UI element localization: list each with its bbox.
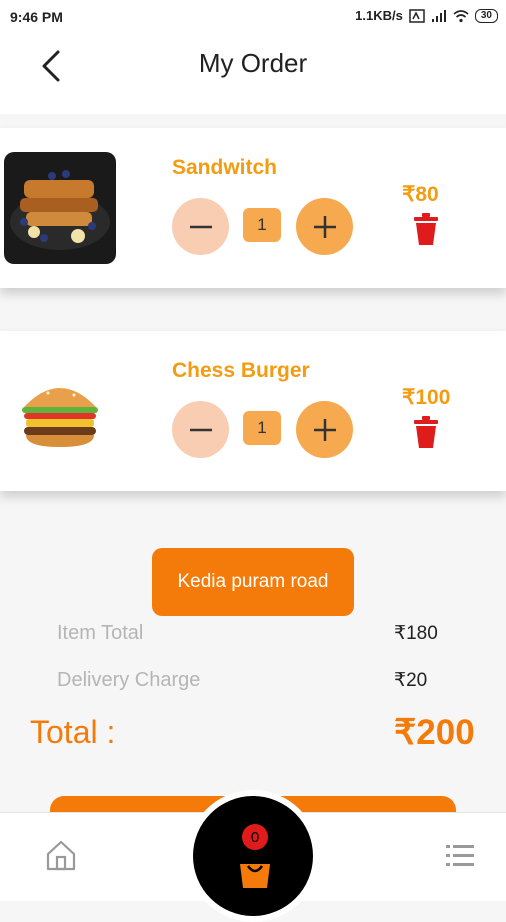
battery-indicator: 30 [474,8,498,23]
plus-icon [313,418,336,441]
decrease-quantity-button[interactable] [172,401,229,458]
increase-quantity-button[interactable] [296,401,353,458]
trash-icon[interactable] [411,212,441,246]
sandwich-image [4,152,116,264]
order-item-card: Sandwitch 1 ₹80 [0,128,506,288]
item-total-value: ₹180 [394,623,438,644]
total-value: ₹200 [394,713,475,752]
trash-icon[interactable] [411,415,441,449]
total-label: Total : [30,714,116,750]
minus-icon [189,428,212,431]
status-time: 9:46 PM [10,9,63,25]
shopping-bag-icon [240,864,270,888]
address-button[interactable]: Kedia puram road [152,548,354,616]
sim-icon [409,8,425,23]
status-bar: 9:46 PM 1.1KB/s 30 [0,0,506,36]
item-name: Chess Burger [172,359,310,382]
item-price: ₹100 [402,386,451,409]
status-icons: 1.1KB/s 30 [355,8,498,23]
delivery-charge-value: ₹20 [394,670,428,691]
item-price: ₹80 [402,183,439,206]
network-speed: 1.1KB/s [355,8,403,23]
quantity-value: 1 [243,208,281,242]
burger-image [4,355,116,467]
signal-icon [431,9,446,22]
page-title: My Order [198,48,308,78]
item-total-label: Item Total [57,622,144,644]
increase-quantity-button[interactable] [296,198,353,255]
decrease-quantity-button[interactable] [172,198,229,255]
minus-icon [189,225,212,228]
wifi-icon [453,9,469,22]
delivery-charge-label: Delivery Charge [57,669,201,691]
item-name: Sandwitch [172,156,278,179]
quantity-value: 1 [243,411,281,445]
order-item-card: Chess Burger 1 ₹100 [0,331,506,491]
plus-icon [313,215,336,238]
list-icon[interactable] [444,840,476,872]
cart-count-badge: 0 [242,824,268,850]
home-icon[interactable] [44,838,78,872]
app-header: My Order [0,36,506,114]
